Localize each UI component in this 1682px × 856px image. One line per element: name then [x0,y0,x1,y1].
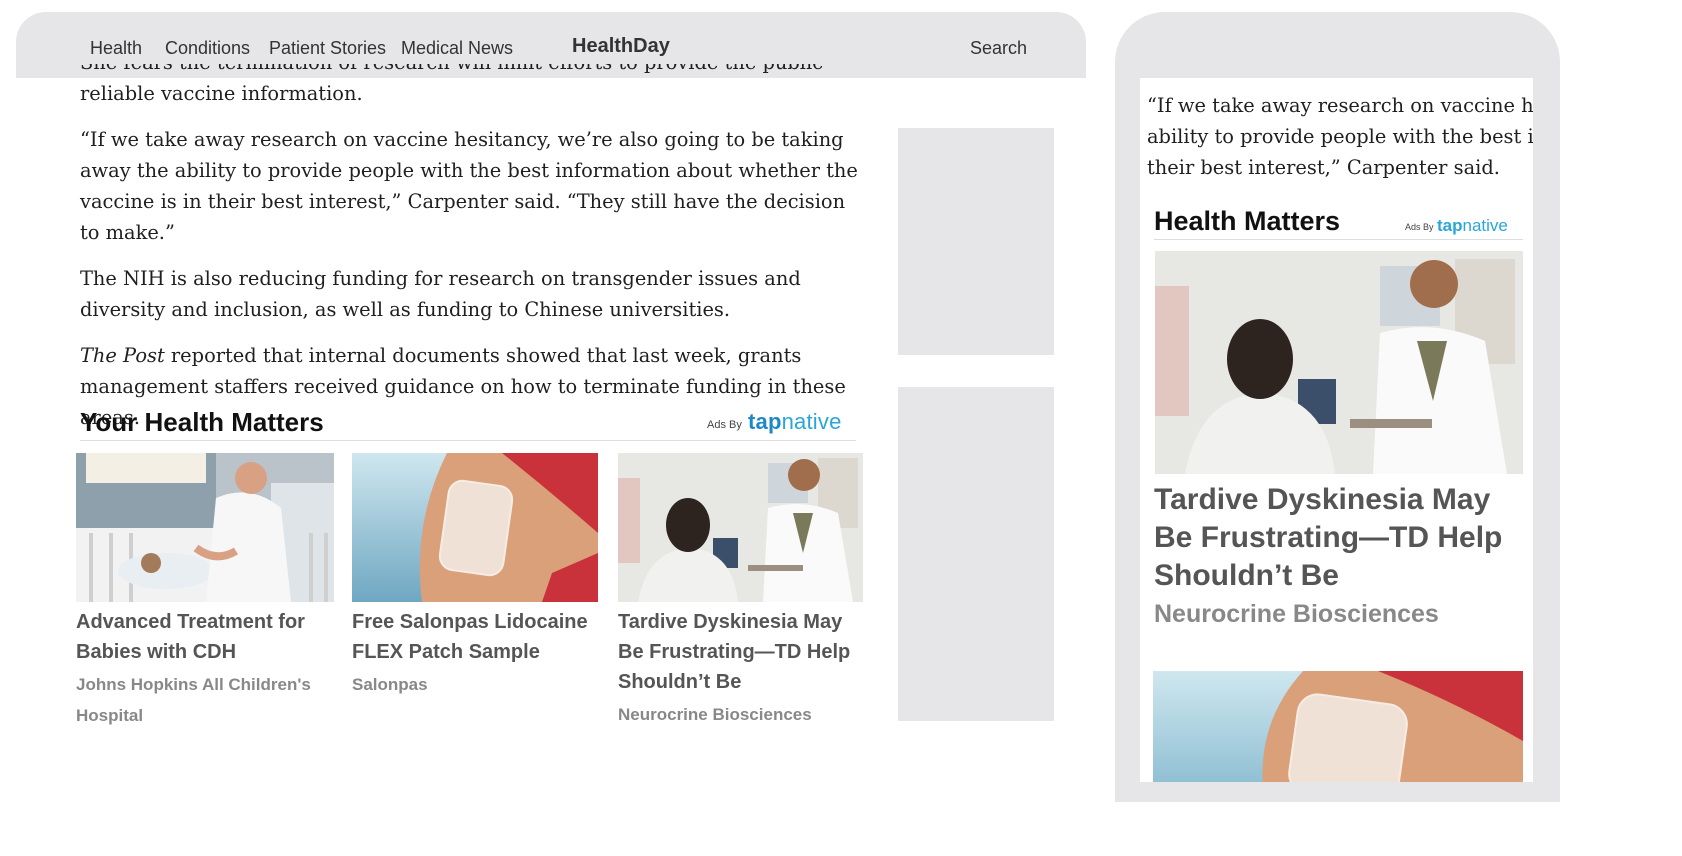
widget-title: Your Health Matters [80,407,324,437]
mobile-ads-by-label: Ads By [1405,222,1434,232]
article-body: She fears the termination of research wi… [80,64,870,448]
sponsored-card[interactable]: Tardive Dyskinesia May Be Frustrating—TD… [618,453,863,730]
divider [80,440,856,441]
card-sponsor: Johns Hopkins All Children's Hospital [76,675,311,725]
mobile-card-headline[interactable]: Tardive Dyskinesia May Be Frustrating—TD… [1154,481,1524,595]
mobile-article-line: their best interest,” Carpenter said. [1147,156,1500,179]
card-image-patch-knee[interactable] [352,453,598,602]
tapnative-logo-part: tap [748,409,782,434]
mobile-card-image-patch-knee[interactable] [1153,671,1523,782]
nav-item-health[interactable]: Health [90,38,142,59]
article-paragraph: “If we take away research on vaccine hes… [80,128,858,244]
sponsored-card[interactable]: Advanced Treatment for Babies with CDH J… [76,453,334,731]
search-link[interactable]: Search [970,38,1027,59]
card-headline[interactable]: Free Salonpas Lidocaine FLEX Patch Sampl… [352,607,598,667]
card-headline[interactable]: Advanced Treatment for Babies with CDH [76,607,334,667]
article-paragraph: reliable vaccine information. [80,82,363,105]
article-cut-line: She fears the termination of research wi… [80,64,870,78]
nav-item-medical-news[interactable]: Medical News [401,38,513,59]
sponsored-card[interactable]: Free Salonpas Lidocaine FLEX Patch Sampl… [352,453,598,700]
card-image-doctor-patient[interactable] [618,453,863,602]
nav-item-patient-stories[interactable]: Patient Stories [269,38,386,59]
mobile-tapnative-logo[interactable]: tapnative [1437,216,1508,236]
mobile-article-line: ability to provide people with the best … [1147,125,1533,148]
publication-name: The Post [80,344,165,367]
mobile-screen: “If we take away research on vaccine hes… [1140,78,1533,782]
mobile-card-sponsor: Neurocrine Biosciences [1154,600,1439,628]
sidebar-ad-slot[interactable] [898,387,1054,721]
nav-item-conditions[interactable]: Conditions [165,38,250,59]
mobile-card-image-doctor-patient[interactable] [1155,251,1523,474]
mobile-article-line: “If we take away research on vaccine hes… [1147,94,1533,117]
tapnative-logo-part: native [781,409,842,434]
mobile-widget-title: Health Matters [1154,206,1341,236]
ads-by-label: Ads By [707,419,742,431]
card-headline[interactable]: Tardive Dyskinesia May Be Frustrating—TD… [618,607,863,697]
tapnative-logo-part: tap [1437,216,1463,235]
sidebar-ad-slot[interactable] [898,128,1054,355]
article-paragraph: The NIH is also reducing funding for res… [80,267,801,321]
mobile-article-text: “If we take away research on vaccine hes… [1147,90,1533,183]
card-sponsor: Salonpas [352,675,428,694]
card-sponsor: Neurocrine Biosciences [618,705,812,724]
site-logo[interactable]: HealthDay [572,35,670,58]
tapnative-logo[interactable]: tapnative [748,409,842,435]
tapnative-logo-part: native [1462,216,1508,235]
divider [1154,239,1523,240]
card-image-doctor-baby[interactable] [76,453,334,602]
